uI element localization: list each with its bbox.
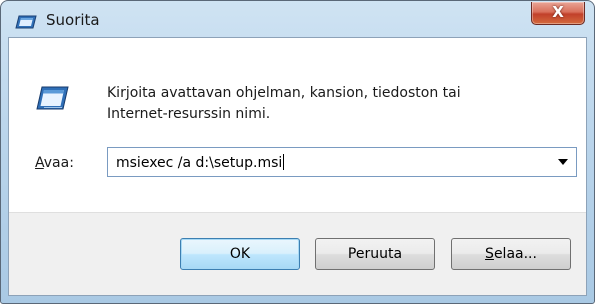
command-input[interactable]: msiexec /a d:\setup.msi [116, 154, 285, 171]
chevron-down-icon[interactable] [558, 159, 568, 165]
run-icon [35, 86, 69, 110]
close-button[interactable]: X [531, 2, 585, 25]
open-label-text: vaa: [43, 155, 74, 171]
open-label: Avaa: [35, 155, 74, 171]
ok-button[interactable]: OK [180, 238, 300, 270]
dialog-body: Kirjoita avattavan ohjelman, kansion, ti… [8, 37, 587, 296]
instruction-line-2: Internet-resurssin nimi. [107, 106, 271, 122]
open-label-accelerator: A [35, 155, 44, 171]
close-icon: X [552, 3, 564, 21]
text-cursor [283, 154, 285, 170]
cancel-button[interactable]: Peruuta [315, 238, 435, 270]
instruction-text: Kirjoita avattavan ohjelman, kansion, ti… [107, 83, 527, 125]
browse-accelerator: S [485, 246, 494, 262]
run-dialog-window: Suorita X Kirjoita avattavan ohjelman, k… [0, 0, 595, 304]
instruction-line-1: Kirjoita avattavan ohjelman, kansion, ti… [107, 85, 461, 101]
title-bar[interactable]: Suorita X [1, 1, 594, 39]
run-icon [15, 15, 37, 29]
browse-button[interactable]: Selaa... [451, 238, 571, 270]
browse-label: elaa... [493, 246, 537, 262]
command-input-value[interactable]: msiexec /a d:\setup.msi [116, 155, 282, 171]
open-combobox[interactable]: msiexec /a d:\setup.msi [107, 147, 577, 177]
window-title: Suorita [46, 11, 100, 29]
